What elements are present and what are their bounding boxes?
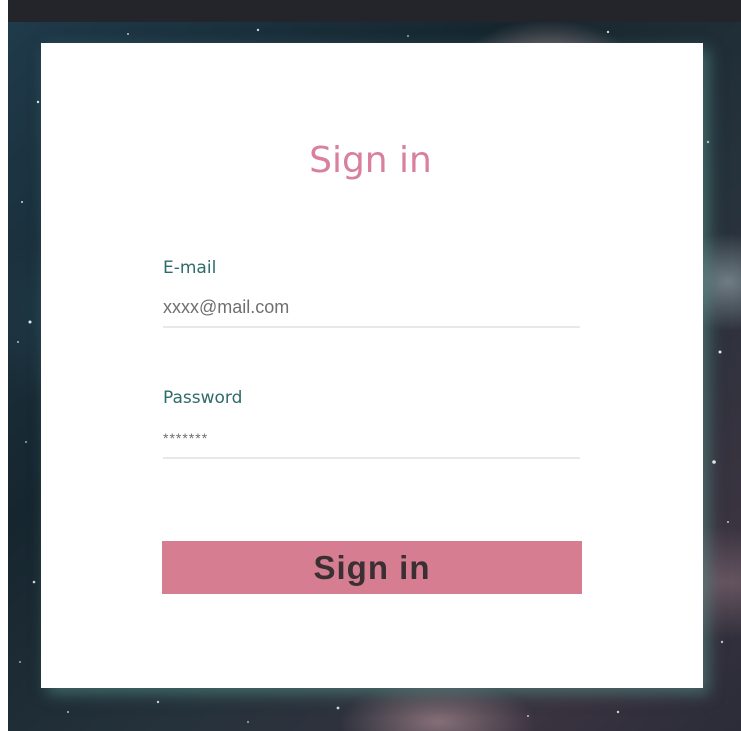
password-label: Password — [163, 388, 243, 408]
top-bar — [0, 0, 741, 22]
password-input[interactable] — [163, 419, 580, 459]
page-title: Sign in — [309, 140, 432, 181]
left-gutter — [0, 0, 8, 731]
email-label: E-mail — [163, 258, 217, 278]
email-input[interactable] — [163, 288, 580, 328]
sign-in-button[interactable]: Sign in — [162, 541, 582, 594]
sign-in-page: Sign in E-mail Password Sign in — [0, 0, 741, 731]
